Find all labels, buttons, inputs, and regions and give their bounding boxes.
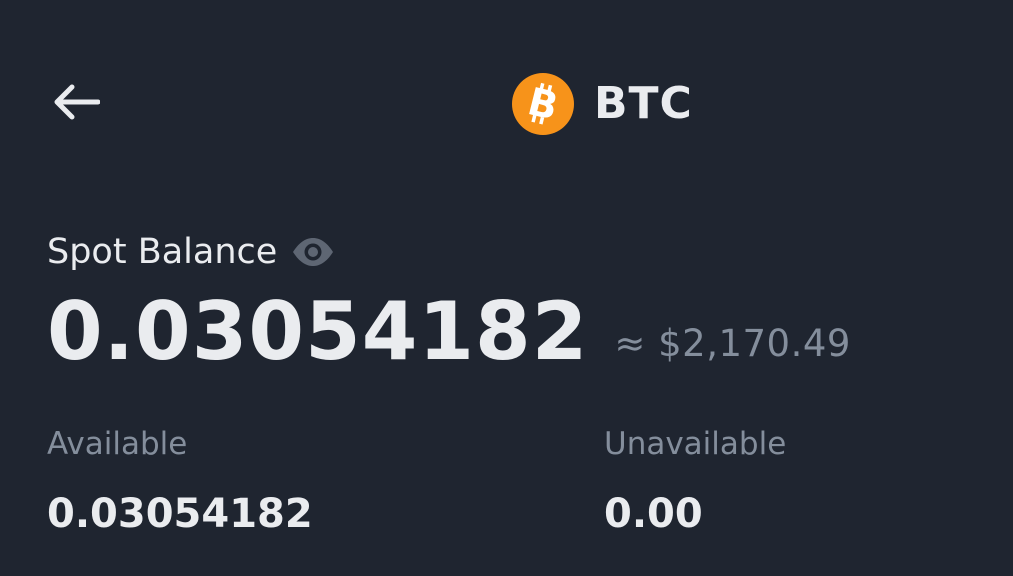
back-button[interactable]	[50, 78, 110, 130]
unavailable-value: 0.00	[604, 491, 703, 537]
coin-header: B BTC	[512, 73, 693, 135]
spot-balance-label: Spot Balance	[47, 231, 278, 272]
spot-balance-amount: 0.03054182	[47, 285, 589, 378]
available-label: Available	[47, 426, 188, 462]
coin-detail-screen: B BTC Spot Balance 0.03054182 ≈ $2,170.4…	[0, 0, 1013, 576]
coin-symbol: BTC	[594, 78, 693, 129]
spot-balance-header: Spot Balance	[47, 228, 335, 276]
available-value: 0.03054182	[47, 491, 313, 537]
unavailable-label: Unavailable	[604, 426, 787, 462]
bitcoin-icon: B	[512, 73, 574, 135]
eye-icon[interactable]	[291, 236, 335, 268]
spot-balance-row: 0.03054182 ≈ $2,170.49	[47, 282, 851, 382]
arrow-left-icon	[50, 82, 101, 126]
fiat-equivalent: ≈ $2,170.49	[614, 321, 851, 365]
